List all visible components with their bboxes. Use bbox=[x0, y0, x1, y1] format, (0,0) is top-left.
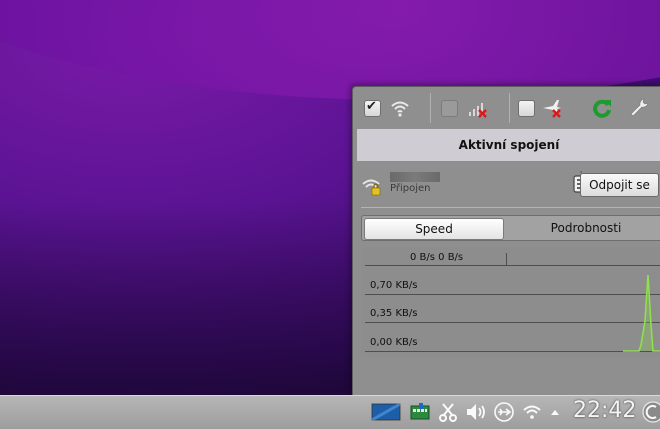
refresh-icon[interactable] bbox=[591, 97, 613, 119]
memory-card-icon[interactable] bbox=[409, 401, 431, 423]
connection-status: Připojen bbox=[390, 183, 431, 194]
wifi-tray-icon[interactable] bbox=[521, 401, 543, 423]
tick-label-zero: 0,00 KB/s bbox=[370, 337, 418, 348]
tick-label-max: 0,70 KB/s bbox=[370, 280, 418, 291]
view-tabs: Speed Podrobnosti bbox=[361, 215, 660, 241]
wifi-icon bbox=[391, 101, 409, 117]
airplane-mode-checkbox[interactable] bbox=[518, 100, 535, 117]
speed-graph: 0 B/s 0 B/s 0,70 KB/s 0,35 KB/s 0,00 KB/… bbox=[361, 247, 660, 357]
taskbar: 22:42 bbox=[0, 395, 660, 429]
speed-series-line bbox=[623, 274, 660, 352]
graph-top-line bbox=[365, 265, 660, 266]
clock[interactable]: 22:42 bbox=[573, 398, 636, 423]
divider bbox=[361, 207, 660, 208]
grid-line-max bbox=[365, 294, 660, 295]
tab-speed[interactable]: Speed bbox=[364, 218, 504, 240]
tab-details[interactable]: Podrobnosti bbox=[512, 216, 660, 240]
network-toolbar bbox=[353, 87, 660, 129]
graph-tick bbox=[506, 253, 507, 265]
header-title: Aktivní spojení bbox=[458, 138, 560, 152]
wifi-locked-icon bbox=[362, 179, 381, 196]
mobile-enable-checkbox[interactable] bbox=[441, 100, 458, 117]
grid-line-zero bbox=[365, 351, 660, 352]
volume-icon[interactable] bbox=[465, 401, 487, 423]
wifi-enable-checkbox[interactable] bbox=[364, 99, 381, 117]
usb-icon[interactable] bbox=[493, 401, 515, 423]
airplane-disabled-icon bbox=[543, 100, 561, 118]
network-popup: Aktivní spojení Připojen Odpojit se Spee… bbox=[352, 86, 660, 396]
speed-readout: 0 B/s 0 B/s bbox=[410, 252, 464, 263]
tray-expand-icon[interactable] bbox=[549, 401, 561, 423]
connection-name-redacted bbox=[390, 172, 440, 182]
kde-menu-icon[interactable] bbox=[642, 400, 660, 424]
screen-icon[interactable] bbox=[371, 401, 401, 423]
active-connections-header: Aktivní spojení bbox=[357, 129, 660, 161]
mobile-signal-disabled-icon bbox=[469, 103, 487, 118]
grid-line-mid bbox=[365, 322, 660, 323]
tick-label-mid: 0,35 KB/s bbox=[370, 308, 418, 319]
disconnect-button[interactable]: Odpojit se bbox=[580, 173, 659, 197]
scissors-icon[interactable] bbox=[437, 401, 459, 423]
settings-wrench-icon[interactable] bbox=[628, 97, 650, 119]
